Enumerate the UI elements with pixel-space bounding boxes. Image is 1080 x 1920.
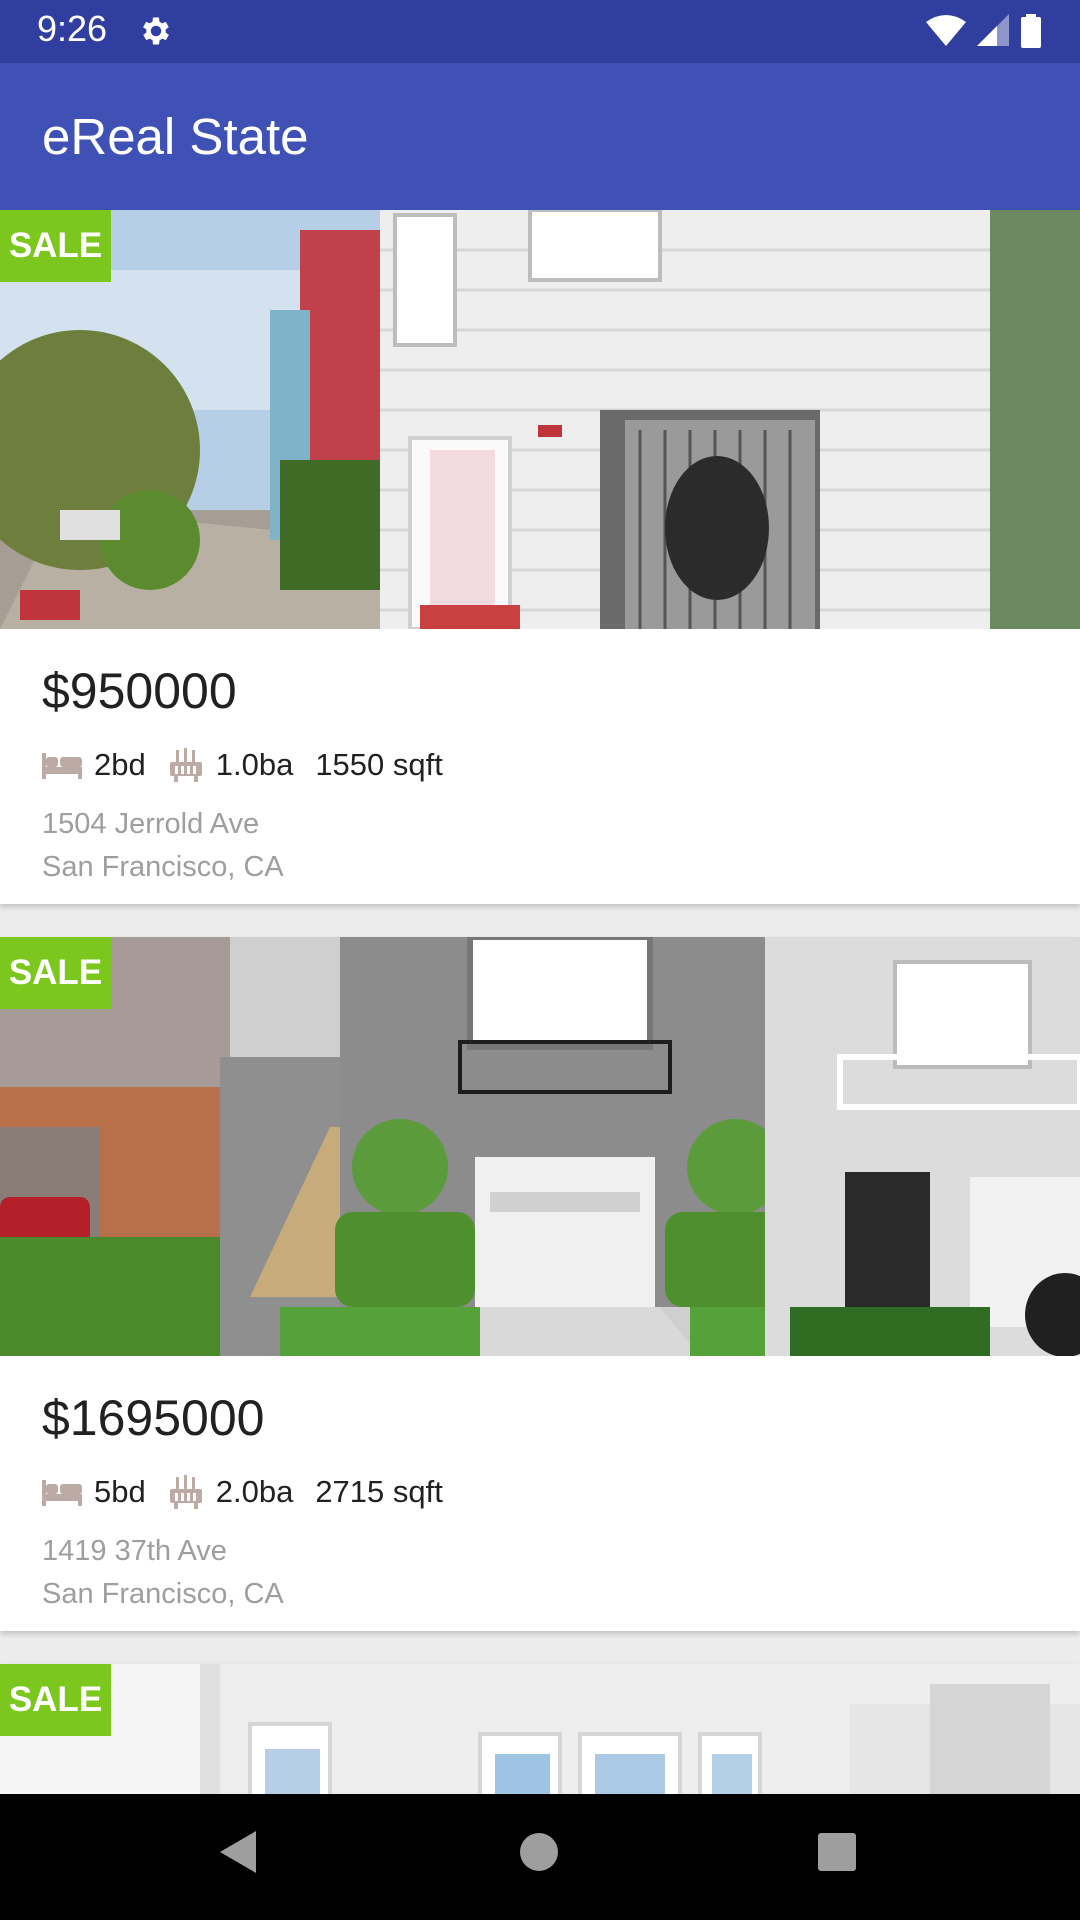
app-bar: eReal State xyxy=(0,63,1080,210)
listing-price: $950000 xyxy=(42,663,237,719)
city: San Francisco, CA xyxy=(42,851,284,883)
bath-icon xyxy=(169,748,202,782)
bedrooms: 5bd xyxy=(94,1474,146,1509)
area: 1550 sqft xyxy=(315,747,443,782)
sale-badge: SALE xyxy=(0,210,111,282)
wifi-icon xyxy=(925,15,966,46)
sale-badge: SALE xyxy=(0,1664,111,1736)
street: 1504 Jerrold Ave xyxy=(42,808,260,840)
bed-icon xyxy=(42,753,82,779)
signal-icon xyxy=(976,14,1009,46)
street: 1419 37th Ave xyxy=(42,1535,227,1567)
status-icons xyxy=(920,14,1042,48)
bath-icon xyxy=(169,1475,202,1509)
listing-address: 1504 Jerrold Ave San Francisco, CA xyxy=(42,803,284,889)
bathrooms: 2.0ba xyxy=(215,1474,294,1509)
recents-icon[interactable] xyxy=(817,1829,857,1875)
app-title: eReal State xyxy=(42,108,309,165)
listing-address: 1419 37th Ave San Francisco, CA xyxy=(42,1530,284,1616)
listing-price: $1695000 xyxy=(42,1390,265,1446)
listing-features: 5bd 2.0ba 2715 sqft xyxy=(42,1467,465,1517)
listing-features: 2bd 1.0ba 1550 sqft xyxy=(42,740,465,790)
area: 2715 sqft xyxy=(315,1474,443,1509)
home-icon[interactable] xyxy=(519,1829,559,1875)
city: San Francisco, CA xyxy=(42,1578,284,1610)
battery-icon xyxy=(1021,14,1041,48)
listing-card[interactable]: SALE $1695000 5bd 2.0ba 2715 sqft 1419 3… xyxy=(0,937,1080,1631)
listing-photo[interactable] xyxy=(0,210,1080,629)
listing-card[interactable]: SALE $950000 2bd 1.0ba 1550 sqft 1504 Je… xyxy=(0,210,1080,904)
listing-card[interactable]: SALE xyxy=(0,1664,1080,1794)
listing-list[interactable]: SALE $950000 2bd 1.0ba 1550 sqft 1504 Je… xyxy=(0,210,1080,1794)
sale-badge: SALE xyxy=(0,937,111,1009)
bathrooms: 1.0ba xyxy=(215,747,294,782)
bedrooms: 2bd xyxy=(94,747,146,782)
navigation-bar xyxy=(0,1794,1080,1920)
listing-photo[interactable] xyxy=(0,1664,1080,1794)
bed-icon xyxy=(42,1480,82,1506)
listing-photo[interactable] xyxy=(0,937,1080,1356)
settings-icon xyxy=(143,17,169,45)
back-icon[interactable] xyxy=(218,1829,258,1875)
status-bar: 9:26 xyxy=(0,0,1080,63)
status-time: 9:26 xyxy=(37,8,108,49)
